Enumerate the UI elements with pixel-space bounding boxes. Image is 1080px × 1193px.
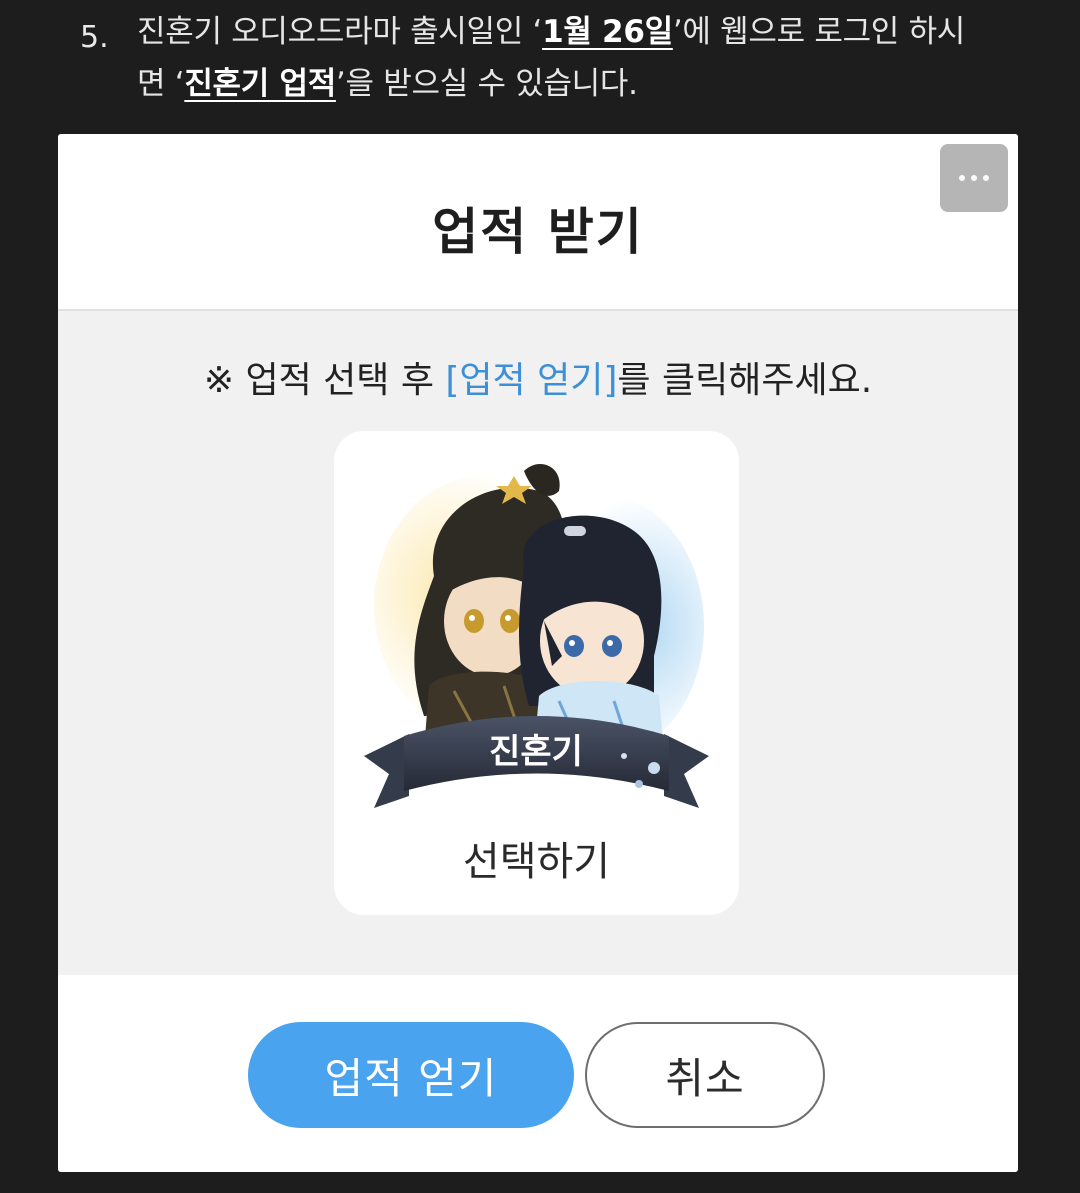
achievement-dialog: 업적 받기 ※ 업적 선택 후 [업적 얻기]를 클릭해주세요. 진혼기 선택하… xyxy=(58,134,1018,1172)
achievement-card[interactable]: 진혼기 선택하기 xyxy=(334,431,739,915)
dialog-title: 업적 받기 xyxy=(432,203,644,261)
notice-button-reference: [업적 얻기] xyxy=(445,360,618,401)
dialog-footer: 업적 얻기 취소 xyxy=(58,975,1018,1172)
instruction-text: 면 ‘ xyxy=(137,66,185,102)
instruction-line-2: 면 ‘진혼기 업적’을 받으실 수 있습니다. xyxy=(137,62,638,106)
instruction-text: ’을 받으실 수 있습니다. xyxy=(335,66,638,102)
step-number: 5. xyxy=(80,20,109,55)
get-achievement-button[interactable]: 업적 얻기 xyxy=(248,1022,574,1128)
achievement-name-highlight: 진혼기 업적 xyxy=(184,66,336,102)
select-achievement-label[interactable]: 선택하기 xyxy=(334,829,739,887)
ribbon-title: 진혼기 xyxy=(489,732,583,772)
instruction-notice: ※ 업적 선택 후 [업적 얻기]를 클릭해주세요. xyxy=(58,351,1018,403)
more-horizontal-icon xyxy=(959,175,965,181)
achievement-badge-image: 진혼기 xyxy=(364,463,709,808)
right-character xyxy=(519,515,664,751)
release-date-highlight: 1월 26일 xyxy=(542,14,673,50)
dialog-body: ※ 업적 선택 후 [업적 얻기]를 클릭해주세요. 진혼기 선택하기 xyxy=(58,311,1018,975)
more-horizontal-icon xyxy=(983,175,989,181)
notice-prefix: ※ 업적 선택 후 xyxy=(203,360,446,401)
notice-suffix: 를 클릭해주세요. xyxy=(617,360,873,401)
instruction-block: 5. 진혼기 오디오드라마 출시일인 ‘1월 26일’에 웹으로 로그인 하시 … xyxy=(0,0,1080,130)
cancel-button[interactable]: 취소 xyxy=(585,1022,825,1128)
instruction-line-1: 진혼기 오디오드라마 출시일인 ‘1월 26일’에 웹으로 로그인 하시 xyxy=(137,10,965,54)
dialog-header: 업적 받기 xyxy=(58,134,1018,311)
more-options-button[interactable] xyxy=(940,144,1008,212)
instruction-text: 진혼기 오디오드라마 출시일인 ‘ xyxy=(137,14,543,50)
more-horizontal-icon xyxy=(971,175,977,181)
instruction-text: ’에 웹으로 로그인 하시 xyxy=(672,14,966,50)
